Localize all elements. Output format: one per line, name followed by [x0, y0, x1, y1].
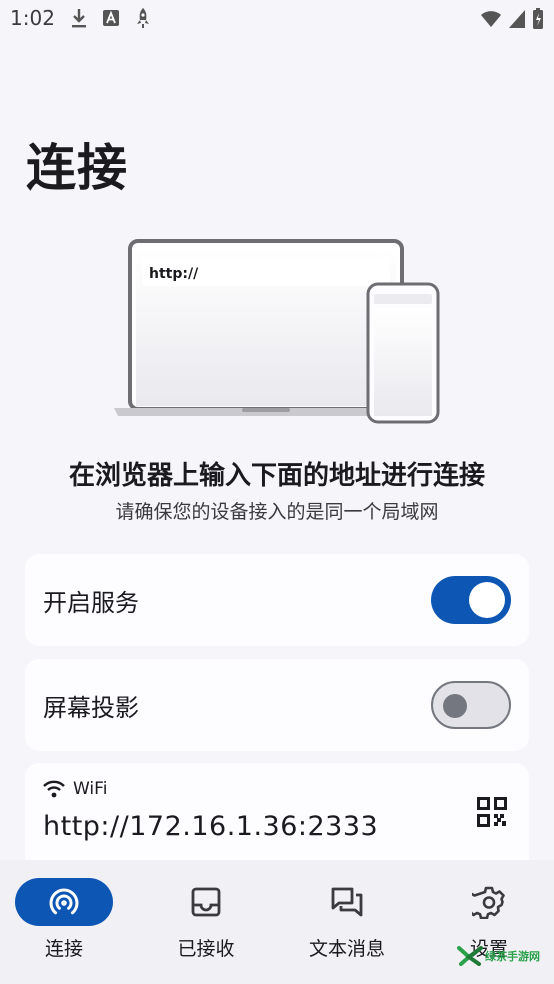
service-card: 开启服务 [25, 554, 529, 646]
toggle-knob [443, 694, 467, 718]
cell-signal-icon [508, 9, 526, 29]
nav-item-messages[interactable]: 文本消息 [287, 878, 407, 968]
app-a-icon [102, 7, 120, 29]
watermark-text: 绿茶手游网 [485, 950, 540, 963]
service-toggle[interactable] [431, 576, 511, 624]
gear-icon [472, 886, 505, 919]
nav-item-received[interactable]: 已接收 [146, 878, 266, 968]
battery-icon [532, 8, 544, 30]
screen-cast-label: 屏幕投影 [43, 694, 139, 722]
service-label: 开启服务 [43, 589, 139, 617]
toggle-knob [469, 582, 505, 618]
illustration-url: http:// [149, 266, 199, 282]
wifi-icon [43, 780, 65, 798]
nav-active-indicator [15, 878, 113, 926]
nav-item-connect[interactable]: 连接 [4, 878, 124, 968]
address-card: WiFi http://172.16.1.36:2333 [25, 763, 529, 860]
watermark-logo-icon [457, 946, 483, 966]
network-label: WiFi [73, 779, 108, 799]
screen-cast-toggle[interactable] [431, 681, 511, 729]
bottom-navigation: 连接 已接收 文本消息 设置 绿茶手游网 [0, 860, 554, 984]
wifi-status-icon [480, 9, 502, 29]
download-icon [70, 7, 88, 29]
rocket-icon [134, 7, 152, 29]
broadcast-icon [49, 888, 79, 915]
status-time: 1:02 [10, 6, 55, 30]
server-url[interactable]: http://172.16.1.36:2333 [43, 811, 378, 842]
page-title: 连接 [26, 139, 128, 197]
instruction-subline: 请确保您的设备接入的是同一个局域网 [115, 501, 439, 523]
qr-code-button[interactable] [477, 797, 507, 831]
screen-cast-card: 屏幕投影 [25, 659, 529, 751]
connection-illustration: http:// [114, 239, 440, 424]
nav-label-received: 已接收 [177, 938, 235, 960]
inbox-icon [191, 887, 221, 917]
nav-label-messages: 文本消息 [308, 938, 385, 960]
nav-label-connect: 连接 [44, 938, 83, 960]
instruction-headline: 在浏览器上输入下面的地址进行连接 [68, 461, 485, 491]
status-bar: 1:02 [0, 0, 554, 38]
chat-icon [331, 887, 363, 917]
watermark: 绿茶手游网 [457, 946, 540, 966]
qr-code-icon [477, 797, 507, 827]
